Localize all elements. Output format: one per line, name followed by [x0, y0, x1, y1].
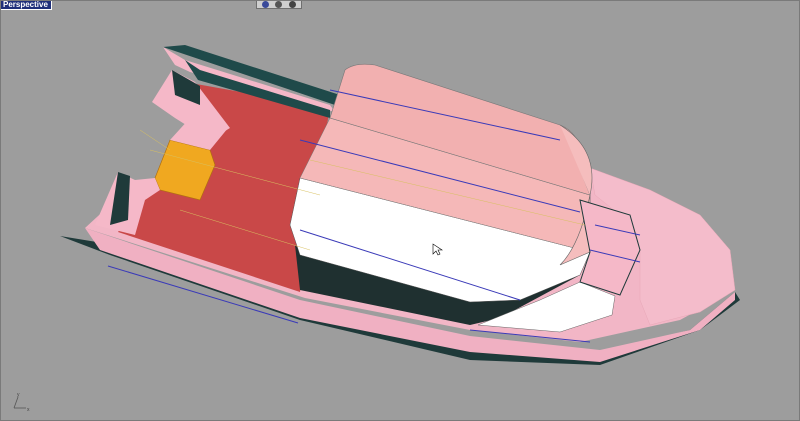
viewport-title[interactable]: Perspective [0, 0, 52, 10]
boat-model-scene[interactable] [0, 0, 800, 421]
shaded-mode-icon[interactable] [262, 0, 270, 8]
axis-x-label: x [27, 407, 30, 412]
axis-gizmo-icon: x y [13, 392, 30, 412]
display-mode-toolbar [256, 0, 302, 9]
ghosted-mode-icon[interactable] [288, 0, 296, 8]
axis-y-label: y [17, 392, 20, 398]
perspective-viewport[interactable]: Perspective x y [0, 0, 800, 421]
rendered-mode-icon[interactable] [275, 0, 283, 8]
